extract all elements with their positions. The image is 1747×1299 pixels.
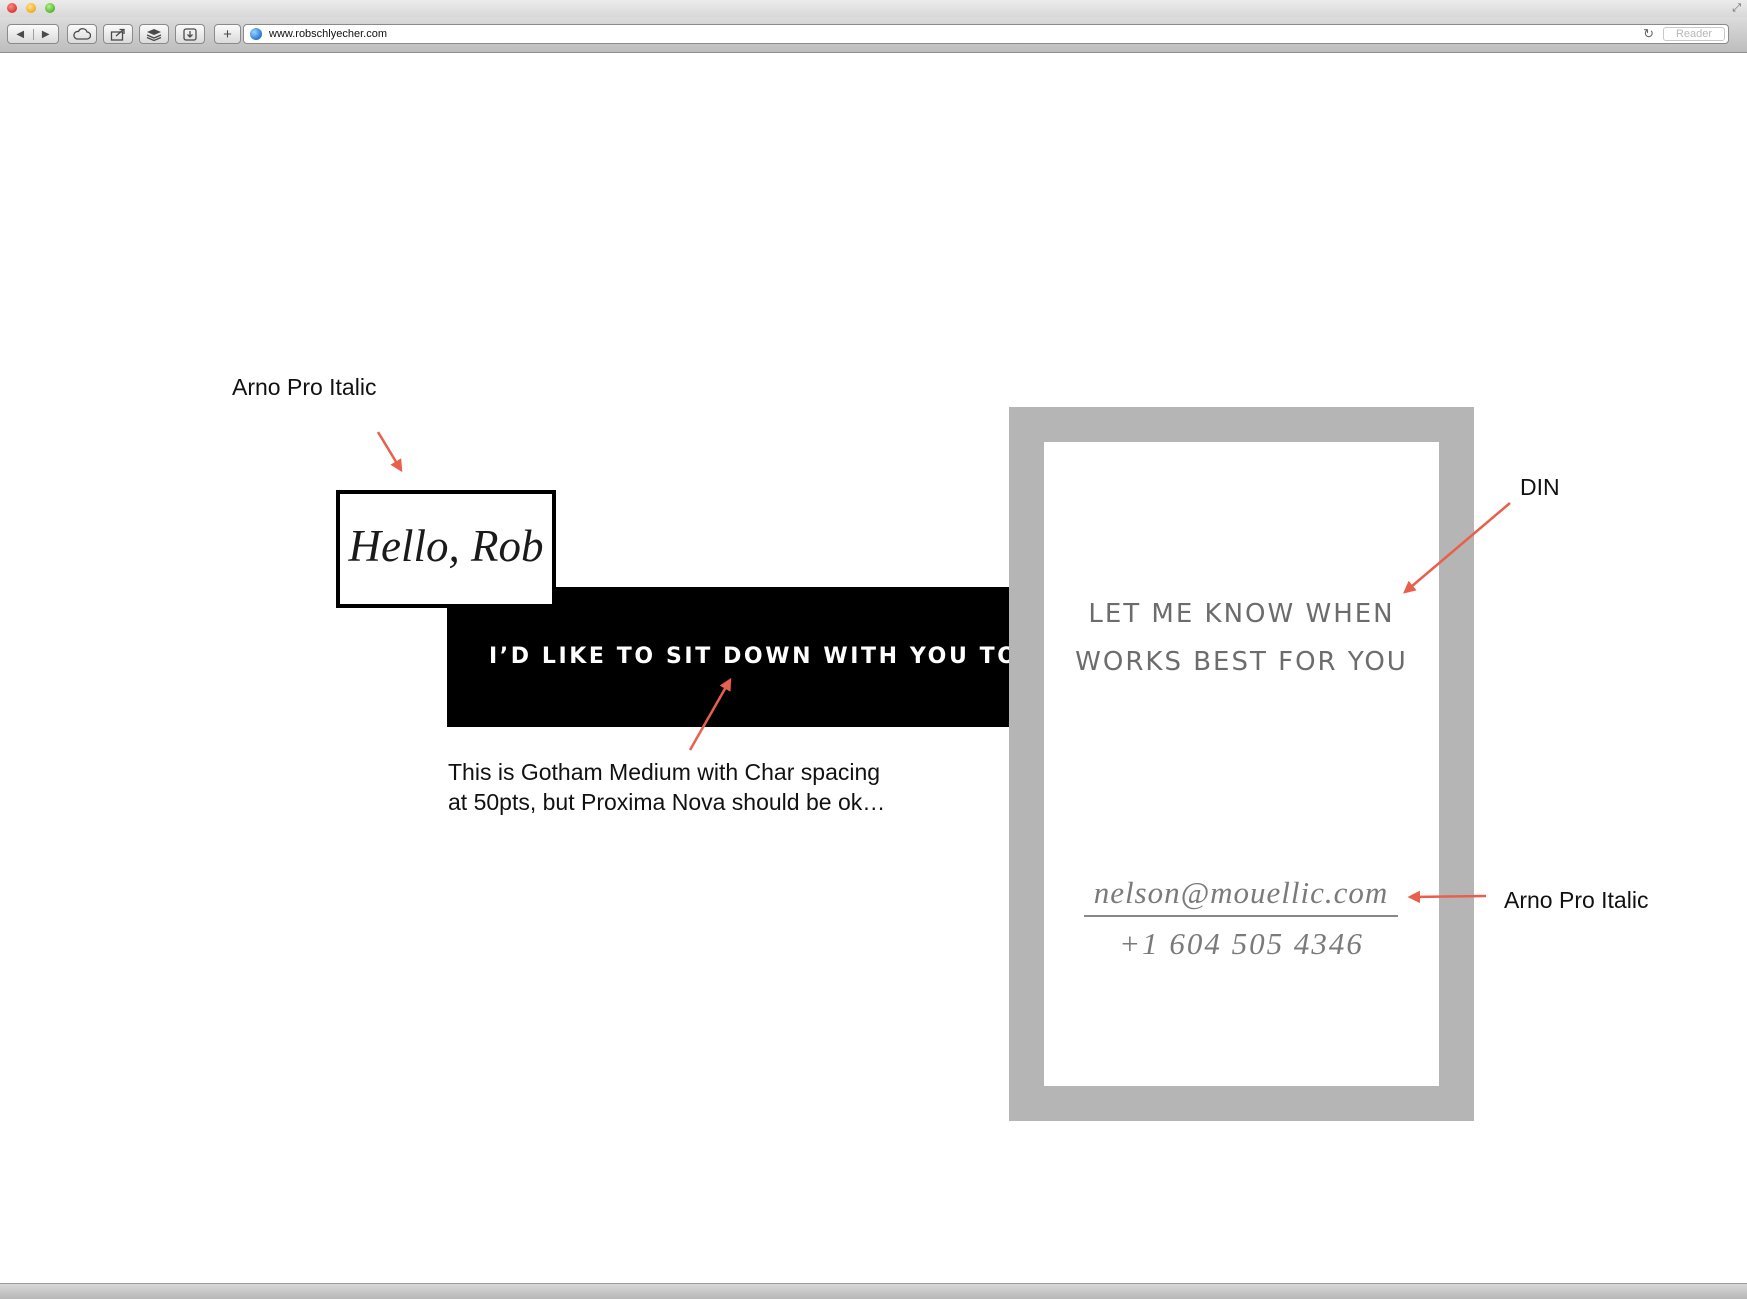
banner-text: I’D LIKE TO SIT DOWN WITH YOU TO S xyxy=(489,644,1010,669)
card-heading-line2: WORKS BEST FOR YOU xyxy=(1075,647,1408,677)
close-window-button[interactable] xyxy=(7,3,17,13)
contact-email-link[interactable]: nelson@mouellic.com xyxy=(1084,873,1398,917)
browser-window: ⤢ ◀ ▶ + www.robschlyecher.com ↻ Reader A… xyxy=(0,0,1747,1299)
contact-card-frame: LET ME KNOW WHEN WORKS BEST FOR YOU nels… xyxy=(1009,407,1474,1121)
font-note-banner-line2: at 50pts, but Proxima Nova should be ok… xyxy=(448,789,886,815)
share-icon xyxy=(110,28,125,41)
contact-phone: +1 604 505 4346 xyxy=(1119,926,1364,961)
download-icon xyxy=(183,27,197,41)
layers-icon xyxy=(146,28,162,41)
fullscreen-icon[interactable]: ⤢ xyxy=(1732,2,1741,14)
zoom-window-button[interactable] xyxy=(45,3,55,13)
hello-greeting: Hello, Rob xyxy=(348,521,544,571)
font-note-banner-line1: This is Gotham Medium with Char spacing xyxy=(448,759,881,785)
font-note-heading: DIN xyxy=(1520,474,1560,500)
font-note-banner: This is Gotham Medium with Char spacing … xyxy=(448,757,885,817)
hello-box: Hello, Rob xyxy=(336,490,556,608)
back-forward-group: ◀ ▶ xyxy=(7,24,59,44)
reload-icon[interactable]: ↻ xyxy=(1643,26,1654,42)
layers-button[interactable] xyxy=(139,24,169,44)
black-banner: I’D LIKE TO SIT DOWN WITH YOU TO S xyxy=(447,587,1010,727)
cloud-button[interactable] xyxy=(67,24,97,44)
downloads-button[interactable] xyxy=(175,24,205,44)
cloud-icon xyxy=(73,28,91,40)
plus-icon: + xyxy=(223,25,232,43)
url-text[interactable]: www.robschlyecher.com xyxy=(269,28,387,41)
font-note-contact: Arno Pro Italic xyxy=(1504,887,1649,913)
contact-card: LET ME KNOW WHEN WORKS BEST FOR YOU nels… xyxy=(1044,442,1439,1086)
back-arrow-icon[interactable]: ◀ xyxy=(8,29,33,40)
card-heading: LET ME KNOW WHEN WORKS BEST FOR YOU xyxy=(1044,590,1439,686)
browser-toolbar: ◀ ▶ + www.robschlyecher.com ↻ Reader xyxy=(0,17,1747,53)
reader-button[interactable]: Reader xyxy=(1663,27,1725,41)
status-bar xyxy=(0,1283,1747,1299)
card-heading-line1: LET ME KNOW WHEN xyxy=(1088,599,1395,629)
forward-arrow-icon[interactable]: ▶ xyxy=(32,28,59,40)
font-note-hello: Arno Pro Italic xyxy=(232,374,377,400)
globe-icon xyxy=(250,28,262,40)
share-button[interactable] xyxy=(103,24,133,44)
new-tab-button[interactable]: + xyxy=(214,24,241,44)
minimize-window-button[interactable] xyxy=(26,3,36,13)
title-bar: ⤢ xyxy=(0,0,1747,17)
arrow-hello-icon xyxy=(376,431,403,473)
address-bar[interactable]: www.robschlyecher.com ↻ Reader xyxy=(243,24,1729,44)
